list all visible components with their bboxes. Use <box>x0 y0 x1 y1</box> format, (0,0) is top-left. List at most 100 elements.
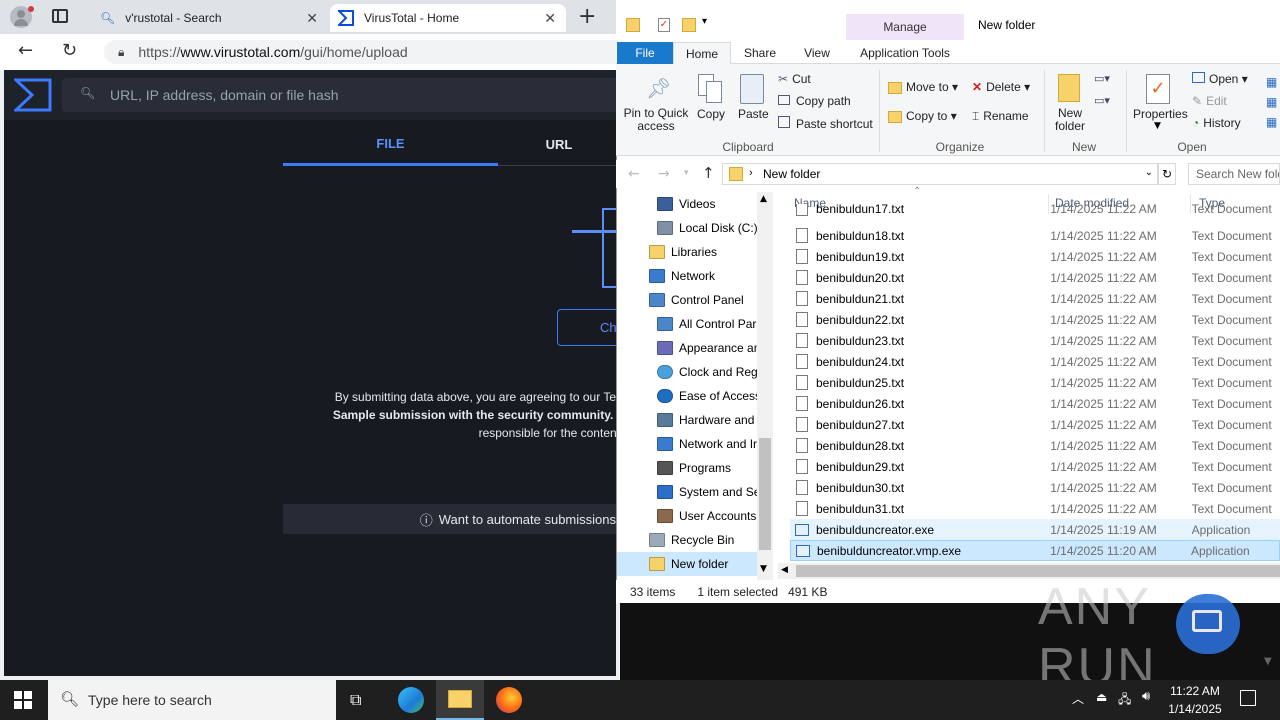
nav-item[interactable]: Clock and Regi <box>657 360 773 384</box>
nav-item[interactable]: Ease of Access <box>657 384 773 408</box>
nav-item[interactable]: Local Disk (C:) <box>657 216 773 240</box>
usb-icon[interactable]: ⏏ <box>1096 690 1107 704</box>
new-folder-qat-icon[interactable] <box>682 18 696 32</box>
back-icon[interactable]: ← <box>18 40 33 61</box>
rename-button[interactable]: ⌶ Rename <box>972 109 1029 124</box>
ribbon-tab-file[interactable]: File <box>617 42 673 64</box>
scroll-down-icon[interactable]: ▼ <box>1264 656 1272 667</box>
properties-button[interactable]: Properties <box>1133 107 1188 121</box>
volume-icon[interactable]: 🔊︎ <box>1142 689 1150 704</box>
new-tab-icon[interactable]: + <box>578 4 596 29</box>
pin-to-quick-access-button[interactable]: Pin to Quick access <box>622 107 690 133</box>
easy-access-icon[interactable]: ▭▾ <box>1094 94 1118 110</box>
close-icon[interactable]: ✕ <box>306 10 318 27</box>
file-row[interactable]: benibuldun27.txt 1/14/2025 11:22 AM Text D… <box>790 414 1280 435</box>
scroll-down-icon[interactable]: ▼ <box>760 564 767 574</box>
cut-button[interactable]: ✂ Cut <box>778 72 811 86</box>
nav-item[interactable]: Videos <box>657 192 773 216</box>
file-row[interactable]: benibuldun24.txt 1/14/2025 11:22 AM Text D… <box>790 351 1280 372</box>
copy-to-button[interactable]: Copy to ▾ <box>888 109 957 123</box>
tab-actions-icon[interactable] <box>52 9 68 23</box>
task-view-icon[interactable]: ⧉ <box>350 690 370 710</box>
file-row[interactable]: benibuldun30.txt 1/14/2025 11:22 AM Text D… <box>790 477 1280 498</box>
path-segment[interactable]: New folder <box>763 167 820 181</box>
file-row[interactable]: benibuldun22.txt 1/14/2025 11:22 AM Text D… <box>790 309 1280 330</box>
ribbon-tab-share[interactable]: Share <box>734 42 786 64</box>
tab-file[interactable]: FILE <box>283 124 498 166</box>
nav-item[interactable]: Libraries <box>649 240 773 264</box>
history-button[interactable]: ◔ History <box>1192 116 1241 130</box>
tab-virustotal[interactable]: VirusTotal - Home ✕ <box>330 4 566 32</box>
choose-file-button[interactable]: Ch <box>557 309 620 346</box>
recent-locations-icon[interactable]: ▾ <box>684 168 689 178</box>
copy-button[interactable]: Copy <box>697 107 725 121</box>
profile-avatar-icon[interactable] <box>10 6 34 28</box>
nav-item[interactable]: User Accounts <box>657 504 773 528</box>
ribbon-tab-view[interactable]: View <box>792 42 842 64</box>
move-to-button[interactable]: Move to ▾ <box>888 80 958 94</box>
forward-icon[interactable]: → <box>658 166 670 182</box>
paste-button[interactable]: Paste <box>738 107 769 121</box>
file-row[interactable]: benibuldun26.txt 1/14/2025 11:22 AM Text D… <box>790 393 1280 414</box>
address-path[interactable]: › New folder ⌄ <box>722 163 1158 185</box>
new-folder-button[interactable]: New folder <box>1050 107 1090 133</box>
close-icon[interactable]: ✕ <box>544 10 556 27</box>
file-row[interactable]: benibuldun31.txt 1/14/2025 11:22 AM Text D… <box>790 498 1280 519</box>
nav-item[interactable]: System and Se <box>657 480 773 504</box>
properties-qat-icon[interactable]: ✓ <box>658 18 670 32</box>
reload-icon[interactable]: ↻ <box>62 40 77 61</box>
copy-path-button[interactable]: Copy path <box>778 94 851 108</box>
nav-item[interactable]: Control Panel <box>649 288 773 312</box>
system-clock[interactable]: 11:22 AM 1/14/2025 <box>1160 682 1230 718</box>
notifications-icon[interactable] <box>1240 690 1256 706</box>
file-row[interactable]: benibuldun17.txt 1/14/2025 11:22 AM Text D… <box>790 204 1280 216</box>
ribbon-tab-home[interactable]: Home <box>673 42 731 64</box>
network-tray-icon[interactable]: 🖧︎ <box>1118 690 1131 711</box>
edit-button[interactable]: ✎ Edit <box>1192 94 1227 108</box>
file-row[interactable]: benibuldun29.txt 1/14/2025 11:22 AM Text D… <box>790 456 1280 477</box>
delete-button[interactable]: ✕ Delete ▾ <box>972 80 1030 94</box>
virustotal-search-input[interactable]: 🔍︎ URL, IP address, domain or file hash <box>62 78 622 112</box>
open-button[interactable]: Open ▾ <box>1192 72 1248 86</box>
windows-start-icon[interactable] <box>14 691 32 709</box>
url-input[interactable]: 🔒︎ https://www.virustotal.com/gui/home/u… <box>104 40 644 64</box>
nav-item[interactable]: Appearance an <box>657 336 773 360</box>
file-row[interactable]: benibulduncreator.exe 1/14/2025 11:19 AM A… <box>790 519 1280 540</box>
folder-search-input[interactable]: Search New fold <box>1188 163 1280 185</box>
nav-item[interactable]: Programs <box>657 456 773 480</box>
chat-icon[interactable] <box>1176 594 1240 654</box>
back-icon[interactable]: ← <box>628 166 640 182</box>
nav-pane-scrollbar[interactable]: ▲ ▼ <box>757 192 773 580</box>
nav-item[interactable]: Hardware and <box>657 408 773 432</box>
file-row[interactable]: benibuldun21.txt 1/14/2025 11:22 AM Text D… <box>790 288 1280 309</box>
nav-item[interactable]: Recycle Bin <box>649 528 773 552</box>
file-explorer-taskbar-icon[interactable] <box>436 680 484 720</box>
file-row[interactable]: benibuldun25.txt 1/14/2025 11:22 AM Text D… <box>790 372 1280 393</box>
taskbar-search-input[interactable]: 🔍︎ Type here to search <box>48 680 336 720</box>
nav-item[interactable]: Network and Ir <box>657 432 773 456</box>
nav-item[interactable]: New folder <box>617 552 757 576</box>
scrollbar-thumb[interactable] <box>759 438 771 550</box>
file-row[interactable]: benibuldun19.txt 1/14/2025 11:22 AM Text D… <box>790 246 1280 267</box>
nav-item[interactable]: All Control Par <box>657 312 773 336</box>
file-row[interactable]: benibuldun18.txt 1/14/2025 11:22 AM Text D… <box>790 225 1280 246</box>
file-row[interactable]: benibuldun23.txt 1/14/2025 11:22 AM Text D… <box>790 330 1280 351</box>
new-item-icon[interactable]: ▭▾ <box>1094 72 1118 88</box>
show-hidden-icons-icon[interactable]: ︿ <box>1072 690 1084 707</box>
nav-item[interactable]: Network <box>649 264 773 288</box>
automate-banner[interactable]: ⓘ Want to automate submissions <box>283 504 620 534</box>
scroll-up-icon[interactable]: ▲ <box>760 194 767 204</box>
select-icon[interactable]: ▦ ▦ ▦ <box>1266 72 1280 132</box>
virustotal-logo-icon[interactable] <box>12 78 52 112</box>
scrollbar-thumb[interactable] <box>796 565 1280 577</box>
ribbon-tab-application-tools[interactable]: Application Tools <box>846 42 964 64</box>
scroll-left-icon[interactable]: ◀ <box>781 565 788 575</box>
file-row[interactable]: benibulduncreator.vmp.exe 1/14/2025 11:20… <box>790 540 1280 561</box>
up-icon[interactable]: ↑ <box>702 164 715 182</box>
edge-icon[interactable] <box>398 687 424 713</box>
tab-search[interactable]: 🔍︎ v'rustotal - Search ✕ <box>88 4 328 32</box>
refresh-icon[interactable]: ↻ <box>1158 163 1176 185</box>
firefox-icon[interactable] <box>496 687 522 713</box>
file-row[interactable]: benibuldun20.txt 1/14/2025 11:22 AM Text D… <box>790 267 1280 288</box>
qat-dropdown-icon[interactable]: ▾ <box>702 16 707 27</box>
